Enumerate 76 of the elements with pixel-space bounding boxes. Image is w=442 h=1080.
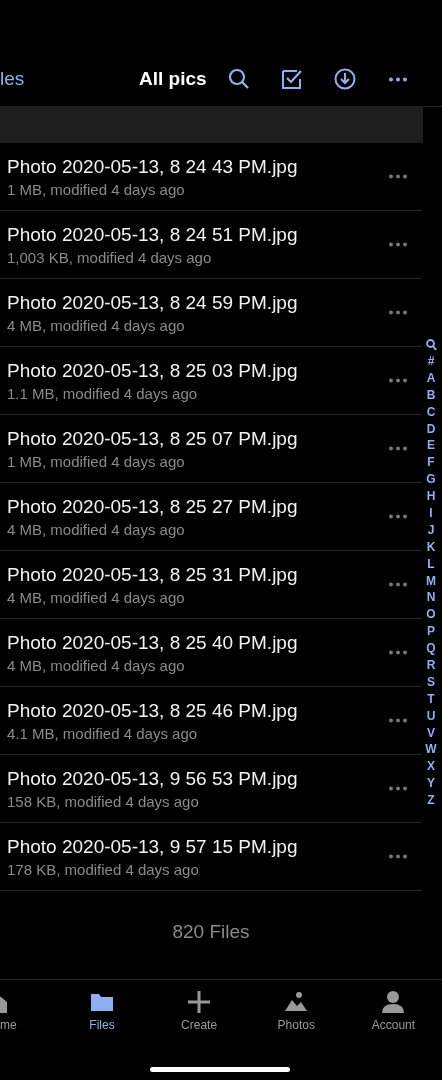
- file-details: 4 MB, modified 4 days ago: [7, 520, 186, 538]
- index-letter[interactable]: L: [427, 555, 435, 573]
- landscape-icon: [283, 990, 310, 1014]
- file-details: 158 KB, modified 4 days ago: [7, 792, 200, 810]
- file-details: 1,003 KB, modified 4 days ago: [7, 248, 213, 266]
- file-details: 4 MB, modified 4 days ago: [7, 588, 186, 606]
- download-icon: [333, 68, 356, 90]
- index-letter[interactable]: N: [426, 589, 436, 607]
- back-link[interactable]: les: [0, 68, 120, 90]
- index-letter[interactable]: R: [426, 657, 436, 674]
- index-letter[interactable]: E: [427, 437, 435, 455]
- folder-title: All pics: [139, 68, 207, 90]
- index-letter[interactable]: O: [426, 606, 436, 624]
- index-letter[interactable]: Y: [427, 775, 435, 793]
- index-letter[interactable]: I: [429, 505, 433, 522]
- index-letter[interactable]: Z: [427, 792, 435, 810]
- file-details: 1.1 MB, modified 4 days ago: [7, 384, 199, 402]
- file-count: 820 Files: [172, 921, 250, 943]
- file-details: 178 KB, modified 4 days ago: [7, 860, 200, 878]
- index-letter[interactable]: K: [426, 538, 436, 556]
- file-name[interactable]: Photo 2020-05-13, 8 24 51 PM.jpg: [7, 223, 386, 246]
- index-letter[interactable]: S: [427, 673, 435, 691]
- more-icon: [388, 718, 408, 723]
- file-details: 4.1 MB, modified 4 days ago: [7, 724, 199, 742]
- file-name[interactable]: Photo 2020-05-13, 8 25 46 PM.jpg: [7, 699, 386, 722]
- index-letter[interactable]: M: [426, 572, 436, 590]
- file-name[interactable]: Photo 2020-05-13, 8 25 03 PM.jpg: [7, 359, 386, 382]
- person-icon: [380, 990, 407, 1014]
- index-letter[interactable]: C: [426, 403, 436, 421]
- index-letter[interactable]: B: [426, 386, 436, 404]
- plus-icon: [186, 990, 213, 1014]
- index-letter[interactable]: T: [427, 690, 435, 708]
- file-name[interactable]: Photo 2020-05-13, 8 25 40 PM.jpg: [7, 631, 386, 654]
- more-icon: [388, 174, 408, 179]
- more-icon: [388, 242, 408, 247]
- file-name[interactable]: Photo 2020-05-13, 8 25 27 PM.jpg: [7, 495, 386, 518]
- checkbox-icon: [280, 68, 303, 90]
- file-name[interactable]: Photo 2020-05-13, 8 25 31 PM.jpg: [7, 563, 386, 586]
- index-letter[interactable]: P: [427, 623, 435, 641]
- tab[interactable]: Account: [344, 980, 442, 1036]
- index-letter[interactable]: G: [426, 471, 436, 489]
- more-icon: [388, 310, 408, 315]
- index-letter[interactable]: D: [426, 420, 436, 438]
- file-details: 1 MB, modified 4 days ago: [7, 180, 186, 198]
- file-details: 1 MB, modified 4 days ago: [7, 452, 186, 470]
- index-letter[interactable]: F: [427, 454, 435, 472]
- more-icon: [388, 582, 408, 587]
- tab[interactable]: Photos: [247, 980, 345, 1036]
- file-name[interactable]: Photo 2020-05-13, 8 24 59 PM.jpg: [7, 291, 386, 314]
- index-letter[interactable]: H: [426, 488, 436, 505]
- more-icon: [387, 76, 408, 82]
- index-letter[interactable]: J: [427, 521, 435, 539]
- more-icon: [388, 378, 408, 383]
- index-letter[interactable]: A: [426, 369, 436, 387]
- tab[interactable]: me: [0, 980, 54, 1036]
- more-icon: [388, 854, 408, 859]
- index-letter[interactable]: W: [425, 741, 437, 759]
- file-details: 4 MB, modified 4 days ago: [7, 656, 186, 674]
- index-letter[interactable]: V: [427, 724, 435, 742]
- more-icon: [388, 446, 408, 451]
- more-icon: [388, 514, 408, 519]
- file-details: 4 MB, modified 4 days ago: [7, 316, 186, 334]
- index-letter[interactable]: #: [427, 353, 435, 370]
- index-letter[interactable]: X: [427, 758, 435, 776]
- file-name[interactable]: Photo 2020-05-13, 8 24 43 PM.jpg: [7, 155, 386, 178]
- more-icon: [388, 786, 408, 791]
- search-icon: [227, 68, 250, 90]
- index-letter[interactable]: U: [426, 707, 436, 725]
- tab[interactable]: Files: [53, 980, 151, 1036]
- file-name[interactable]: Photo 2020-05-13, 8 25 07 PM.jpg: [7, 427, 386, 450]
- more-icon: [388, 650, 408, 655]
- index-letter[interactable]: Q: [426, 640, 436, 658]
- tab[interactable]: Create: [150, 980, 248, 1036]
- file-name[interactable]: Photo 2020-05-13, 9 56 53 PM.jpg: [7, 767, 386, 790]
- search-icon[interactable]: [425, 339, 437, 351]
- file-name[interactable]: Photo 2020-05-13, 9 57 15 PM.jpg: [7, 835, 386, 858]
